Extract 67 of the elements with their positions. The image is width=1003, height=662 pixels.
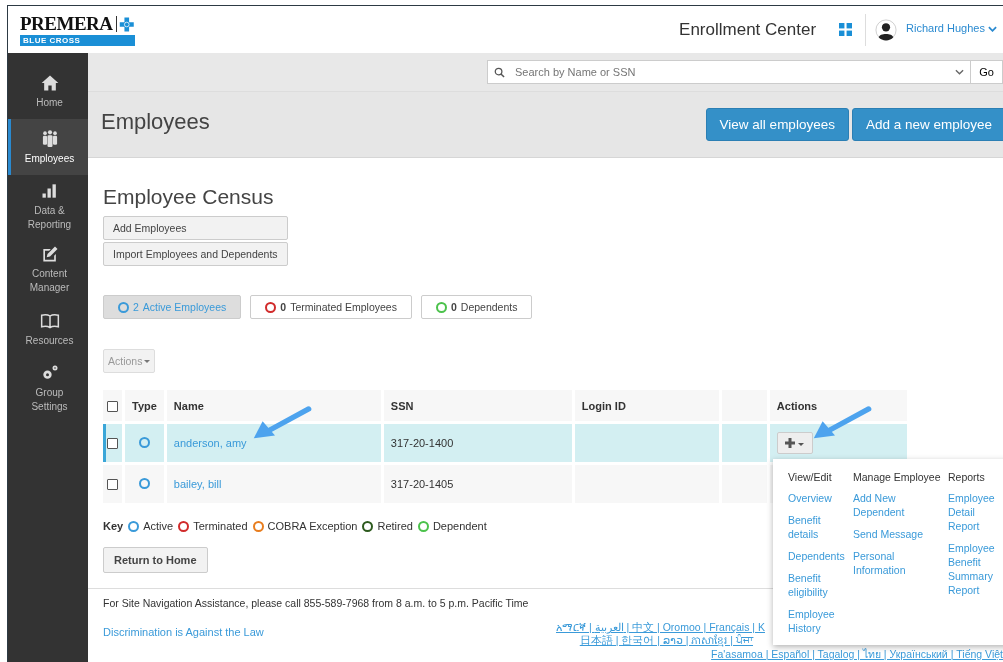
go-button[interactable]: Go: [971, 60, 1003, 84]
menu-item[interactable]: Benefit eligibility: [788, 571, 845, 599]
app-grid-icon[interactable]: [839, 23, 853, 36]
legend-label: Dependent: [432, 520, 487, 532]
menu-item[interactable]: Employee Benefit Summary Report: [948, 541, 1003, 597]
menu-item[interactable]: Overview: [788, 491, 845, 505]
primary-button[interactable]: View all employees: [705, 108, 849, 141]
column-header: Type: [125, 390, 164, 421]
footer-link[interactable]: Discrimination is Against the Law: [103, 626, 529, 638]
primary-button[interactable]: Add a new employee: [851, 108, 1003, 141]
language-links[interactable]: 日本語 | 한국어 | ລາວ | ភាសាខ្មែរ | ਪੰਜਾ: [579, 634, 753, 647]
language-links[interactable]: አማርኛ | العربية | 中文 | Oromoo | Français | K: [556, 621, 765, 634]
page-title: Employees: [101, 108, 210, 135]
menu-item[interactable]: Add New Dependent: [853, 491, 940, 519]
menu-item[interactable]: Dependents: [788, 549, 845, 563]
menu-item[interactable]: Send Message: [853, 527, 940, 541]
menu-heading: Reports: [948, 471, 986, 483]
sidebar-item[interactable]: Employees: [8, 119, 88, 175]
menu-item[interactable]: Personal Information: [853, 549, 940, 577]
language-links[interactable]: Fa'asamoa | Español | Tagalog | ไทย | Український | Tiếng Việt: [711, 648, 1003, 661]
column-header: Actions: [769, 390, 907, 421]
sidebar-item[interactable]: Data & Reporting: [8, 175, 88, 238]
legend-label: Terminated: [193, 520, 248, 532]
row-selection-cell[interactable]: [103, 465, 122, 503]
plus-caret-icon: [784, 437, 805, 449]
avatar-icon[interactable]: [875, 18, 898, 41]
legend-label: Retired: [377, 520, 413, 532]
search-icon: [494, 66, 505, 78]
menu-item[interactable]: Employee Detail Report: [948, 491, 1003, 533]
table-cell: 317-20-1405: [390, 478, 454, 490]
sidebar-item[interactable]: Group Settings: [8, 357, 88, 420]
key-label: Key: [103, 520, 124, 532]
section-heading: Employee Census: [103, 185, 274, 209]
menu-item[interactable]: Benefit details: [788, 513, 845, 541]
filter-button[interactable]: 2 Active Employees: [103, 295, 242, 319]
table-cell: 317-20-1400: [390, 437, 454, 449]
secondary-button[interactable]: Add Employees: [103, 216, 288, 240]
sidebar-item[interactable]: Content Manager: [8, 238, 88, 301]
app-title: Enrollment Center: [679, 19, 817, 40]
logo[interactable]: PREMERA BLUE CROSS: [20, 13, 135, 46]
row-selection-cell[interactable]: [103, 424, 122, 462]
row-actions-button[interactable]: [776, 432, 813, 454]
search-field[interactable]: Search by Name or SSN: [487, 60, 971, 84]
row-checkbox[interactable]: [107, 479, 118, 491]
secondary-button[interactable]: Import Employees and Dependents: [103, 242, 288, 266]
legend-label: Active: [143, 520, 174, 532]
column-header: Name: [166, 390, 381, 421]
sidebar-item[interactable]: Resources: [8, 301, 88, 357]
actions-dropdown[interactable]: Actions: [103, 349, 156, 373]
employee-link[interactable]: anderson, amy: [173, 437, 247, 449]
employee-link[interactable]: bailey, bill: [173, 478, 222, 490]
user-menu[interactable]: Richard Hughes: [906, 21, 1003, 38]
column-header: SSN: [383, 390, 572, 421]
menu-heading: View/Edit: [788, 471, 833, 483]
return-button[interactable]: Return to Home: [103, 547, 208, 573]
filter-button[interactable]: 0 Dependents: [420, 295, 533, 319]
assistance-text: For Site Navigation Assistance, please call 855-589-7968 from 8 a.m. to 5 p.m. Pacific Time: [103, 597, 529, 609]
column-header: Login ID: [574, 390, 719, 421]
row-checkbox[interactable]: [107, 438, 118, 450]
select-all-checkbox[interactable]: [107, 400, 118, 412]
legend-label: COBRA Exception: [267, 520, 358, 532]
menu-item[interactable]: Employee History: [788, 607, 845, 635]
chevron-down-icon[interactable]: [988, 25, 997, 32]
menu-heading: Manage Employee: [853, 471, 940, 483]
sidebar-item[interactable]: Home: [8, 63, 88, 119]
filter-button[interactable]: 0 Terminated Employees: [250, 295, 412, 319]
dropdown-chevron-icon[interactable]: [955, 69, 964, 75]
